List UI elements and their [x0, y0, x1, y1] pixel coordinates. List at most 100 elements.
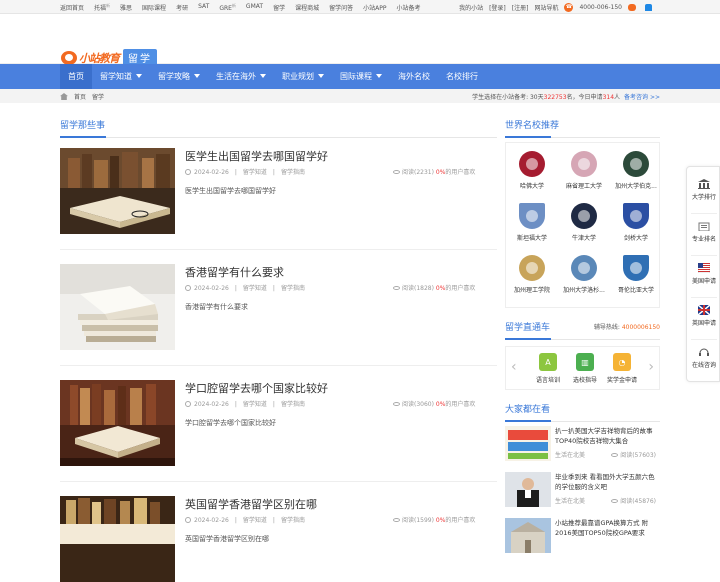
article-meta: 2024-02-26 | 留学知道 | 留学指南 阅读(3060) 0%的用户喜欢 — [185, 399, 485, 408]
article-category[interactable]: 留学知道 — [243, 401, 267, 408]
top-link[interactable]: 课程商城 — [295, 3, 319, 12]
school-item[interactable]: 麻省理工大学 — [558, 151, 610, 190]
top-link[interactable]: 返回首页 — [60, 3, 84, 12]
bell-icon[interactable] — [645, 4, 652, 11]
popular-thumbnail[interactable] — [505, 472, 551, 507]
article-thumbnail[interactable] — [60, 264, 175, 350]
direct-item[interactable]: ▥ 选校指导 — [565, 353, 605, 384]
school-item[interactable]: 加州大学洛杉... — [558, 255, 610, 294]
article-category[interactable]: 留学指南 — [281, 517, 305, 524]
top-link[interactable]: 雅思 — [120, 3, 132, 12]
popular-item[interactable]: 毕业季到来 看看国外大学五颜六色的学位服的含义吧 生活在北美 阅读(45876) — [505, 472, 660, 508]
nav-item[interactable]: 首页 — [60, 64, 92, 89]
top-link[interactable]: GMAT — [246, 3, 263, 12]
article-category[interactable]: 留学指南 — [281, 169, 305, 176]
top-link-label: 课程商城 — [295, 5, 320, 12]
crest-emblem — [630, 210, 642, 222]
article-title[interactable]: 英国留学香港留学区别在哪 — [185, 496, 317, 512]
school-name: 麻省理工大学 — [565, 183, 602, 190]
top-link[interactable]: 留学问答 — [329, 3, 353, 12]
top-link[interactable]: SAT — [198, 3, 209, 12]
phone-icon: ☎ — [564, 3, 574, 12]
article-title[interactable]: 香港留学有什么要求 — [185, 264, 284, 280]
top-link[interactable]: 留学 — [273, 3, 285, 12]
article-meta: 2024-02-26 | 留学知道 | 留学指南 阅读(1828) 0%的用户喜欢 — [185, 283, 485, 292]
float-item[interactable]: 英国申请 — [687, 304, 720, 327]
article-category[interactable]: 留学知道 — [243, 169, 267, 176]
chevron-down-icon — [376, 74, 382, 78]
breadcrumb-path: 首页 留学 — [60, 92, 104, 101]
article-title[interactable]: 医学生出国留学去哪国留学好 — [185, 148, 328, 164]
nav-item[interactable]: 海外名校 — [390, 64, 438, 89]
article-stats: 阅读(2231) 0%的用户喜欢 — [393, 167, 475, 176]
nav-item-label: 国际课程 — [340, 72, 372, 81]
article-card[interactable]: 英国留学香港留学区别在哪 2024-02-26 | 留学知道 | 留学指南 阅读(1599)… — [60, 496, 497, 582]
nav-item[interactable]: 职业规划 — [274, 64, 332, 89]
article-category[interactable]: 留学知道 — [243, 517, 267, 524]
nav-item[interactable]: 留学攻略 — [150, 64, 208, 89]
popular-title: 大家都在看 — [505, 402, 660, 422]
article-card[interactable]: 医学生出国留学去哪国留学好 2024-02-26 | 留学知道 | 留学指南 阅读(2231… — [60, 148, 497, 234]
school-item[interactable]: 斯坦福大学 — [506, 203, 558, 242]
home-icon — [60, 93, 68, 100]
popular-title-text[interactable]: 毕业季到来 看看国外大学五颜六色的学位服的含义吧 — [555, 472, 660, 492]
article-like-pct: 0% — [435, 517, 446, 524]
popular-thumbnail[interactable] — [505, 426, 551, 461]
school-item[interactable]: 哈佛大学 — [506, 151, 558, 190]
float-item[interactable]: 专业排名 — [687, 221, 720, 243]
article-card[interactable]: 学口腔留学去哪个国家比较好 2024-02-26 | 留学知道 | 留学指南 阅读(3060… — [60, 380, 497, 466]
article-thumbnail[interactable] — [60, 148, 175, 234]
popular-thumbnail[interactable] — [505, 518, 551, 553]
school-item[interactable]: 加州理工学院 — [506, 255, 558, 294]
consult-link[interactable]: 备考咨询 >> — [624, 94, 660, 101]
chat-icon[interactable] — [628, 4, 636, 11]
top-link[interactable]: 托福新 — [94, 3, 110, 12]
nav-item[interactable]: 国际课程 — [332, 64, 390, 89]
user-link[interactable]: 我的小站 — [459, 3, 483, 12]
school-item[interactable]: 牛津大学 — [558, 203, 610, 242]
article-description: 英国留学香港留学区别在哪 — [185, 535, 269, 543]
school-item[interactable]: 加州大学伯克... — [610, 151, 662, 190]
article-thumbnail[interactable] — [60, 380, 175, 466]
nav-item[interactable]: 留学知道 — [92, 64, 150, 89]
breadcrumb-current[interactable]: 留学 — [92, 92, 104, 101]
nav-item[interactable]: 名校排行 — [438, 64, 486, 89]
popular-title-text[interactable]: 小站推荐最靠谱GPA换算方式 附2016美国TOP50院校GPA要求 — [555, 518, 660, 538]
article-title[interactable]: 学口腔留学去哪个国家比较好 — [185, 380, 328, 396]
school-item[interactable]: 剑桥大学 — [610, 203, 662, 242]
article-card[interactable]: 香港留学有什么要求 2024-02-26 | 留学知道 | 留学指南 阅读(1828) 0%… — [60, 264, 497, 350]
article-category[interactable]: 留学指南 — [281, 401, 305, 408]
top-link[interactable]: 小站APP — [363, 3, 386, 12]
register-link[interactable]: [注册] — [512, 3, 529, 12]
sidebar: 世界名校推荐 哈佛大学 麻省理工大学 加州大学伯克... 斯坦福大学 牛津大学 剑桥大学加… — [505, 118, 660, 553]
popular-item[interactable]: 小站推荐最靠谱GPA换算方式 附2016美国TOP50院校GPA要求 — [505, 518, 660, 554]
article-thumbnail[interactable] — [60, 496, 175, 582]
school-crest-icon — [623, 255, 649, 281]
popular-views-text: 阅读(57603) — [620, 452, 656, 459]
direct-item[interactable]: ◔ 奖学金申请 — [602, 353, 642, 384]
site-nav-link[interactable]: 网站导航 — [534, 3, 558, 12]
article-date: 2024-02-26 — [194, 517, 229, 524]
school-grid: 哈佛大学 麻省理工大学 加州大学伯克... 斯坦福大学 牛津大学 剑桥大学加州理工学院 加州… — [505, 142, 660, 308]
direct-item[interactable]: A 语言培训 — [528, 353, 568, 384]
top-link[interactable]: 考研 — [176, 3, 188, 12]
article-category[interactable]: 留学知道 — [243, 285, 267, 292]
top-link[interactable]: 小站备考 — [396, 3, 420, 12]
top-link[interactable]: 国际课程 — [142, 3, 166, 12]
nav-item[interactable]: 生活在海外 — [208, 64, 274, 89]
separator: | — [272, 169, 275, 176]
float-item[interactable]: 在线咨询 — [687, 347, 720, 369]
login-link[interactable]: [登录] — [489, 3, 506, 12]
float-item[interactable]: 大学排行 — [687, 179, 720, 201]
article-category[interactable]: 留学指南 — [281, 285, 305, 292]
school-item[interactable]: 哥伦比亚大学 — [610, 255, 662, 294]
top-link[interactable]: GRE新 — [219, 3, 236, 12]
article-meta: 2024-02-26 | 留学知道 | 留学指南 阅读(2231) 0%的用户喜欢 — [185, 167, 485, 176]
popular-title-text[interactable]: 扒一扒美国大学吉祥物背后的故事 TOP40院校吉祥物大集合 — [555, 426, 660, 446]
popular-item[interactable]: 扒一扒美国大学吉祥物背后的故事 TOP40院校吉祥物大集合 生活在北美 阅读(576… — [505, 426, 660, 462]
float-item[interactable]: 美国申请 — [687, 262, 720, 285]
breadcrumb-home[interactable]: 首页 — [74, 92, 86, 101]
logo-icon — [61, 50, 77, 65]
carousel-prev-icon[interactable]: ‹ — [511, 359, 517, 375]
carousel-next-icon[interactable]: › — [648, 359, 654, 375]
